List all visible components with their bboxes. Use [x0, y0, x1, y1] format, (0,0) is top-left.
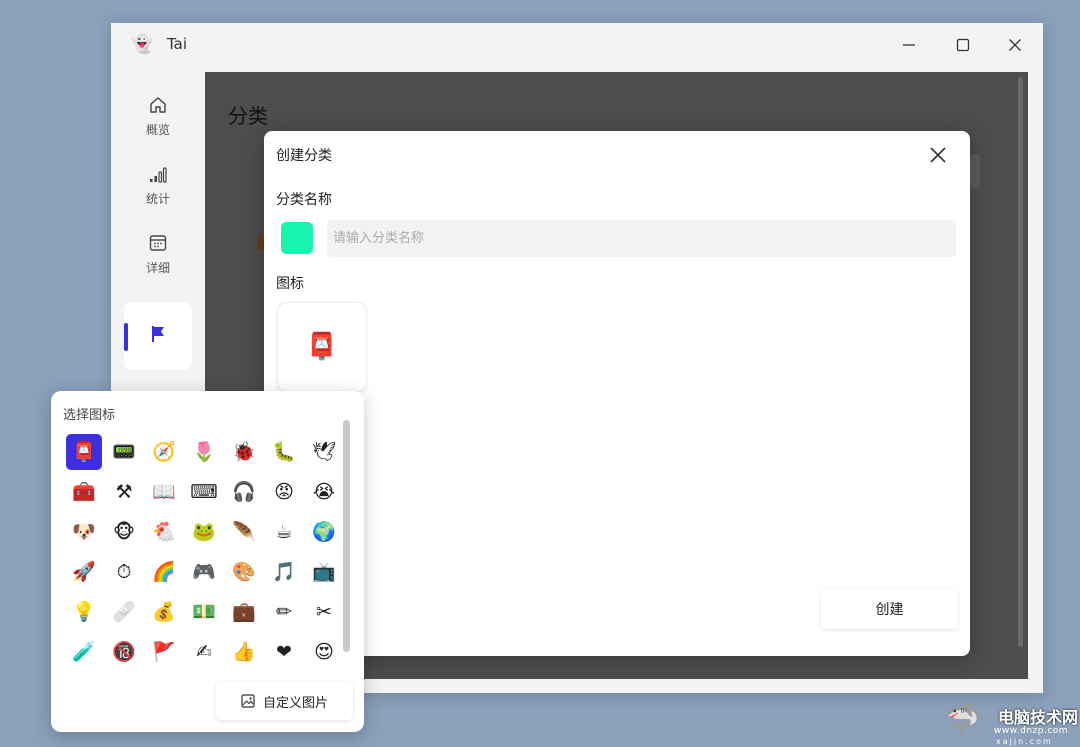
watermark-url: www.dnzp.com — [994, 726, 1069, 736]
icon-option[interactable]: ✏ — [266, 594, 302, 630]
icon-option[interactable]: 💡 — [66, 594, 102, 630]
icon-option[interactable]: 🧪 — [66, 634, 102, 670]
icon-option[interactable]: 🌍 — [306, 514, 342, 550]
app-title: Tai — [167, 35, 188, 53]
home-icon — [150, 97, 166, 113]
icon-option[interactable]: 🧭 — [146, 434, 182, 470]
sidebar-item-statistics[interactable]: 统计 — [124, 160, 192, 224]
bar-chart-icon — [150, 167, 167, 183]
sidebar-item-label: 概览 — [145, 123, 170, 137]
watermark-sub: xajjn.com — [996, 737, 1053, 746]
icon-option[interactable]: 🐞 — [226, 434, 262, 470]
icon-option[interactable]: 🚩 — [146, 634, 182, 670]
icon-option[interactable]: ✍ — [186, 634, 222, 670]
icon-option[interactable]: 👍 — [226, 634, 262, 670]
category-color-swatch[interactable] — [281, 222, 313, 254]
icon-option[interactable]: 📮 — [66, 434, 102, 470]
icon-option[interactable]: 📟 — [106, 434, 142, 470]
picker-title: 选择图标 — [63, 408, 116, 423]
ghost-icon: 👻 — [131, 34, 154, 55]
sidebar-item-overview[interactable]: 概览 — [124, 91, 192, 155]
icon-option[interactable]: 🐸 — [186, 514, 222, 550]
icon-option[interactable]: 📖 — [146, 474, 182, 510]
icon-option[interactable]: 🔞 — [106, 634, 142, 670]
icon-option[interactable]: 🌈 — [146, 554, 182, 590]
icon-label: 图标 — [276, 276, 304, 292]
dialog-close-button[interactable] — [926, 143, 950, 167]
icon-option[interactable]: ❤ — [266, 634, 302, 670]
icon-option[interactable]: 🪶 — [226, 514, 262, 550]
icon-option[interactable]: 🐶 — [66, 514, 102, 550]
icon-option[interactable]: 🐔 — [146, 514, 182, 550]
sidebar-item-label: 统计 — [145, 192, 170, 206]
icon-preview-button[interactable]: 📮 — [277, 302, 367, 392]
create-category-dialog: 创建分类 分类名称 图标 📮 创建 — [264, 131, 970, 656]
close-button[interactable] — [997, 31, 1033, 59]
custom-image-label: 自定义图片 — [262, 695, 328, 711]
icon-option[interactable]: ✂ — [306, 594, 342, 630]
page-title: 分类 — [228, 104, 268, 128]
sidebar-item-categories[interactable] — [124, 302, 192, 370]
dialog-title: 创建分类 — [276, 148, 332, 164]
icon-option[interactable]: 🎧 — [226, 474, 262, 510]
icon-option[interactable]: 💵 — [186, 594, 222, 630]
picker-scrollbar[interactable] — [343, 420, 350, 652]
icon-option[interactable]: 🐛 — [266, 434, 302, 470]
shark-logo-icon: 🦈 — [944, 702, 982, 737]
icon-option[interactable]: 🧰 — [66, 474, 102, 510]
icon-option[interactable]: 🎮 — [186, 554, 222, 590]
flag-icon — [152, 326, 164, 342]
icon-option[interactable]: 😡 — [266, 474, 302, 510]
icon-option[interactable]: ⌨ — [186, 474, 222, 510]
image-icon — [241, 694, 255, 708]
icon-option[interactable]: 🕊 — [306, 434, 342, 470]
minimize-button[interactable] — [891, 31, 927, 59]
postbox-icon: 📮 — [305, 332, 339, 362]
content-scrollbar[interactable] — [1018, 77, 1023, 647]
icon-option[interactable]: 🎵 — [266, 554, 302, 590]
site-watermark: 🦈 电脑技术网 www.dnzp.com xajjn.com — [940, 700, 1080, 747]
icon-option[interactable]: ☕ — [266, 514, 302, 550]
icon-option[interactable]: 🚀 — [66, 554, 102, 590]
minimize-icon — [903, 44, 915, 46]
close-icon — [930, 147, 946, 163]
watermark-name: 电脑技术网 — [998, 708, 1079, 727]
active-indicator — [124, 323, 128, 351]
icon-option[interactable]: 💼 — [226, 594, 262, 630]
icon-option[interactable]: 🐵 — [106, 514, 142, 550]
icon-picker-popup: 选择图标 📮 📟 🧭 🌷 🐞 🐛 🕊 🧰 ⚒ 📖 ⌨ 🎧 😡 😭 🐶 🐵 🐔 🐸 🪶 ☕ 🌍 🚀 ⏱ 🌈 🎮 🎨 🎵 📺 💡 🩹 💰 💵 💼 ✏ ✂… — [51, 391, 364, 732]
category-name-label: 分类名称 — [276, 192, 332, 208]
custom-image-button[interactable]: 自定义图片 — [216, 682, 353, 720]
icon-option[interactable]: 😍 — [306, 634, 342, 670]
title-bar: 👻 Tai — [111, 23, 1043, 67]
sidebar-item-details[interactable]: 详细 — [124, 229, 192, 293]
sidebar-item-label: 详细 — [145, 261, 170, 275]
icon-option[interactable]: 📺 — [306, 554, 342, 590]
icon-option[interactable]: 😭 — [306, 474, 342, 510]
close-icon — [1009, 39, 1021, 51]
icon-option[interactable]: 💰 — [146, 594, 182, 630]
maximize-icon — [956, 38, 970, 52]
calendar-icon — [149, 235, 167, 251]
icon-option[interactable]: ⚒ — [106, 474, 142, 510]
maximize-button[interactable] — [945, 31, 981, 59]
category-name-input[interactable] — [327, 220, 956, 257]
icon-option[interactable]: 🎨 — [226, 554, 262, 590]
icon-option[interactable]: 🩹 — [106, 594, 142, 630]
background-search-edge — [970, 154, 980, 188]
create-button[interactable]: 创建 — [821, 589, 958, 629]
icon-option[interactable]: 🌷 — [186, 434, 222, 470]
icon-option[interactable]: ⏱ — [106, 554, 142, 590]
